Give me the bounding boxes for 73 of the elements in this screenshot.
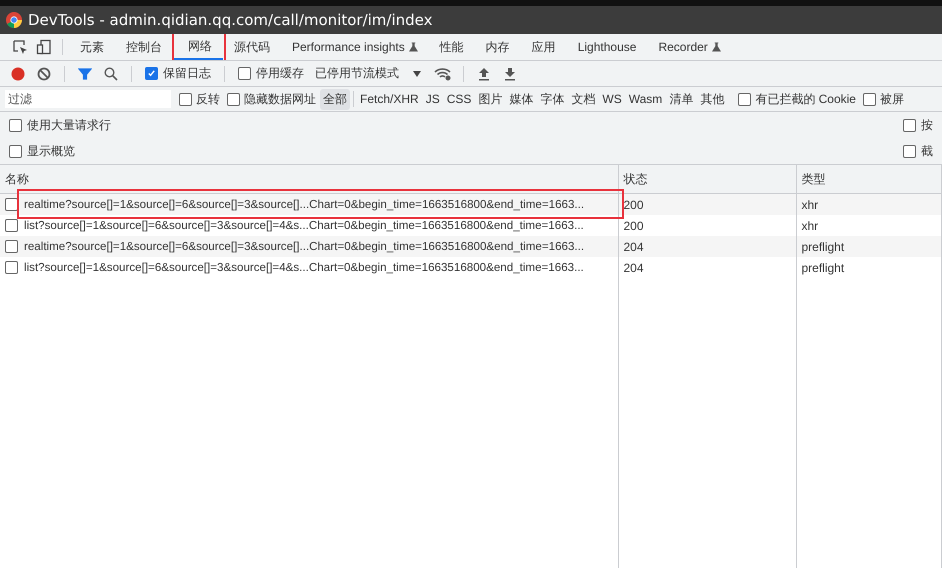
table-cell: 200 bbox=[624, 218, 644, 232]
browser-logo-icon bbox=[6, 12, 22, 28]
tab[interactable]: 元素 bbox=[69, 34, 115, 60]
request-name[interactable]: list?source[]=1&source[]=6&source[]=3&source[]=4&s...Chart=0&begin_time=1663516800&end_time=1663... bbox=[24, 261, 584, 274]
throttling-dropdown[interactable]: 已停用节流模式 bbox=[311, 65, 429, 82]
request-name[interactable]: list?source[]=1&source[]=6&source[]=3&source[]=4&s...Chart=0&begin_time=1663516800&end_time=1663... bbox=[24, 219, 584, 232]
type-filter[interactable]: 其他 bbox=[697, 88, 728, 110]
inspect-icon[interactable] bbox=[12, 39, 28, 55]
wifi-settings-icon[interactable] bbox=[434, 66, 452, 80]
tab[interactable]: 源代码 bbox=[223, 34, 281, 60]
type-filter[interactable]: JS bbox=[422, 90, 443, 108]
row-checkbox[interactable] bbox=[5, 240, 18, 253]
table-cell: preflight bbox=[802, 260, 844, 274]
checkbox[interactable] bbox=[9, 118, 22, 132]
download-icon[interactable] bbox=[504, 66, 516, 80]
tab[interactable]: Recorder bbox=[647, 34, 732, 60]
table-cell: 204 bbox=[624, 240, 644, 254]
checkbox-label: 使用大量请求行 bbox=[27, 116, 111, 134]
checkbox-label: 隐藏数据网址 bbox=[244, 90, 316, 108]
checkbox[interactable] bbox=[9, 144, 22, 158]
type-filter[interactable]: WS bbox=[599, 90, 625, 108]
type-filter[interactable]: 字体 bbox=[537, 88, 568, 110]
type-filter[interactable]: 文档 bbox=[568, 88, 598, 110]
table-cell: xhr bbox=[802, 198, 818, 212]
checkbox[interactable] bbox=[903, 118, 916, 132]
checkbox-label: 显示概览 bbox=[27, 142, 75, 160]
row-checkbox[interactable] bbox=[5, 198, 18, 211]
checkmark-icon bbox=[147, 69, 156, 78]
tab[interactable]: Performance insights bbox=[281, 34, 429, 60]
window-title: DevTools - admin.qidian.qq.com/call/monitor/im/index bbox=[28, 11, 433, 29]
checkbox-label: 被屏 bbox=[880, 90, 904, 108]
filter-field[interactable]: 过滤 bbox=[5, 90, 171, 108]
tab[interactable]: 性能 bbox=[428, 34, 475, 60]
checkbox[interactable] bbox=[903, 144, 916, 158]
type-filter[interactable]: 全部 bbox=[320, 88, 350, 110]
tab[interactable]: 内存 bbox=[474, 34, 521, 60]
type-filter[interactable]: 图片 bbox=[475, 88, 506, 110]
checkbox-label: 保留日志 bbox=[163, 65, 211, 82]
tab[interactable]: Lighthouse bbox=[566, 34, 648, 60]
checkbox[interactable] bbox=[227, 92, 240, 106]
table-cell: xhr bbox=[802, 218, 818, 232]
column-header[interactable]: 类型 bbox=[796, 165, 942, 194]
type-filter[interactable]: CSS bbox=[444, 90, 474, 108]
tab[interactable]: 控制台 bbox=[115, 34, 173, 60]
table-cell: 204 bbox=[624, 260, 644, 274]
column-header[interactable]: 名称 bbox=[0, 165, 618, 194]
type-filter[interactable]: Wasm bbox=[626, 90, 666, 108]
row-checkbox[interactable] bbox=[5, 261, 18, 274]
device-icon[interactable] bbox=[36, 39, 52, 55]
filter-icon[interactable] bbox=[78, 66, 92, 80]
table-cell: 200 bbox=[624, 198, 644, 212]
upload-icon[interactable] bbox=[478, 66, 490, 80]
checkbox[interactable] bbox=[145, 67, 158, 80]
search-icon[interactable] bbox=[104, 66, 118, 80]
checkbox[interactable] bbox=[179, 92, 192, 106]
checkbox[interactable] bbox=[862, 92, 876, 106]
checkbox-label: 反转 bbox=[196, 90, 220, 108]
tab[interactable]: 应用 bbox=[520, 34, 567, 60]
checkbox-label: 截 bbox=[921, 142, 933, 160]
type-filter[interactable]: 媒体 bbox=[506, 88, 536, 110]
checkbox[interactable] bbox=[238, 67, 251, 80]
checkbox-label: 按 bbox=[921, 116, 933, 134]
table-cell: preflight bbox=[802, 240, 844, 254]
row-checkbox[interactable] bbox=[5, 219, 18, 232]
type-filter[interactable]: 清单 bbox=[666, 88, 696, 110]
clear-icon[interactable] bbox=[37, 66, 51, 80]
checkbox[interactable] bbox=[738, 92, 752, 106]
caret-icon bbox=[413, 70, 421, 76]
checkbox-label: 有已拦截的 Cookie bbox=[755, 90, 856, 108]
column-header[interactable]: 状态 bbox=[618, 165, 796, 194]
checkbox-label: 停用缓存 bbox=[256, 65, 304, 82]
record-icon[interactable] bbox=[11, 66, 25, 80]
type-filter[interactable]: Fetch/XHR bbox=[357, 90, 422, 108]
